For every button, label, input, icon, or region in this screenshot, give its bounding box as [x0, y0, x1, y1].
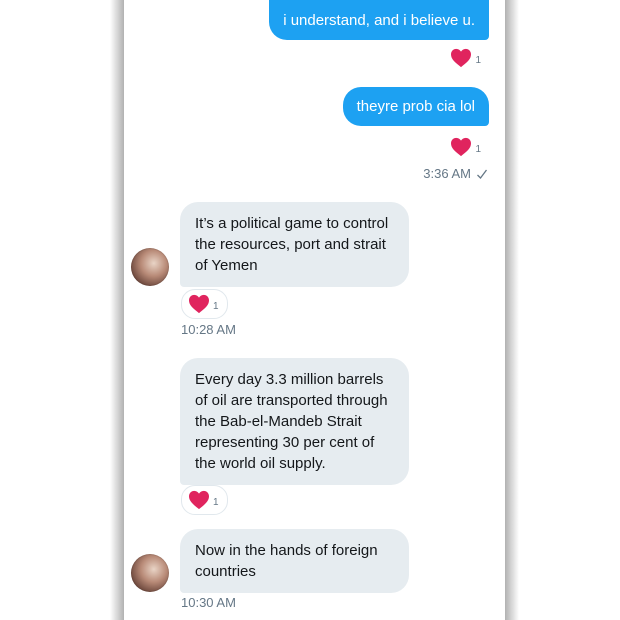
sent-message-bubble[interactable]: i understand, and i believe u.	[269, 0, 489, 40]
message-text: Every day 3.3 million barrels of oil are…	[195, 371, 388, 472]
like-count: 1	[475, 143, 481, 155]
timestamp-text: 3:36 AM	[423, 166, 471, 181]
received-message-bubble[interactable]: It’s a political game to control the res…	[180, 202, 409, 287]
reaction-button[interactable]: 1	[450, 133, 481, 161]
message-text: i understand, and i believe u.	[283, 12, 475, 29]
reaction-button[interactable]: 1	[450, 44, 481, 72]
message-text: Now in the hands of foreign countries	[195, 542, 378, 580]
conversation-view[interactable]: i understand, and i believe u. 1 theyre …	[124, 0, 505, 620]
like-count: 1	[213, 496, 219, 508]
user-avatar[interactable]	[131, 248, 169, 286]
sent-timestamp: 3:36 AM	[423, 166, 488, 181]
received-message-bubble[interactable]: Now in the hands of foreign countries	[180, 529, 409, 593]
checkmark-icon	[477, 169, 488, 179]
received-timestamp: 10:28 AM	[181, 322, 236, 337]
heart-icon	[189, 490, 209, 510]
like-count: 1	[213, 300, 219, 312]
like-count: 1	[475, 54, 481, 66]
user-avatar[interactable]	[131, 554, 169, 592]
reaction-button[interactable]: 1	[181, 289, 228, 319]
sent-message-bubble[interactable]: theyre prob cia lol	[342, 87, 489, 126]
heart-icon	[451, 48, 472, 68]
heart-icon	[451, 137, 472, 157]
timestamp-text: 10:28 AM	[181, 322, 236, 337]
message-text: It’s a political game to control the res…	[195, 215, 389, 274]
received-message-bubble[interactable]: Every day 3.3 million barrels of oil are…	[180, 358, 409, 485]
timestamp-text: 10:30 AM	[181, 595, 236, 610]
message-text: theyre prob cia lol	[356, 98, 475, 115]
heart-icon	[189, 294, 209, 314]
reaction-button[interactable]: 1	[181, 485, 228, 515]
right-edge-shadow	[503, 0, 519, 620]
received-timestamp: 10:30 AM	[181, 595, 236, 610]
